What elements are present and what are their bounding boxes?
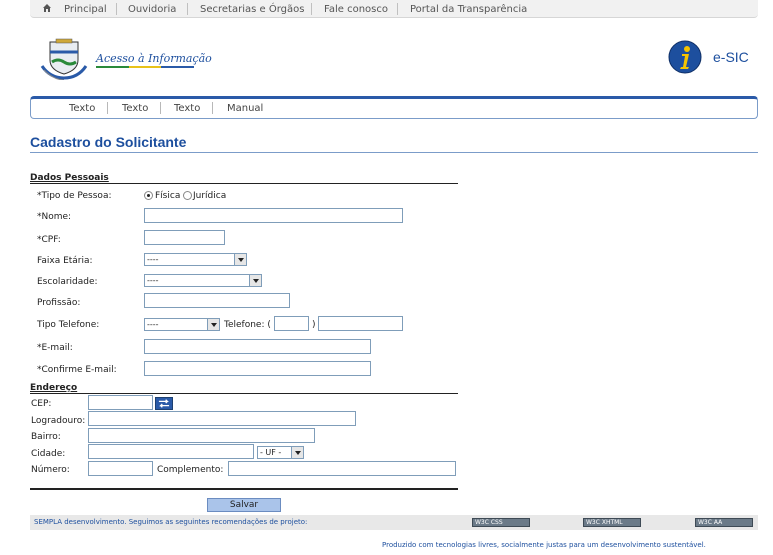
top-menu-secretarias[interactable]: Secretarias e Órgãos: [200, 4, 304, 15]
coat-of-arms-logo[interactable]: [40, 38, 88, 80]
complemento-label: Complemento:: [157, 465, 224, 475]
title-divider: [30, 152, 758, 153]
page-title: Cadastro do Solicitante: [30, 134, 187, 150]
cpf-label: *CPF:: [37, 235, 61, 245]
info-icon[interactable]: [667, 39, 703, 75]
w3c-xhtml-badge[interactable]: W3C XHTML: [583, 518, 641, 527]
section-divider: [30, 183, 458, 184]
top-menu-portal-transparencia[interactable]: Portal da Transparência: [410, 4, 527, 15]
w3c-css-badge[interactable]: W3C CSS: [472, 518, 530, 527]
cep-label: CEP:: [31, 399, 52, 409]
divider: [160, 102, 161, 114]
numero-label: Número:: [31, 465, 70, 475]
sub-menu-bar: Texto Texto Texto Manual: [30, 96, 758, 119]
confirme-email-input[interactable]: [144, 361, 371, 376]
faixa-etaria-label: Faixa Etária:: [37, 256, 93, 266]
top-menu-bar: Principal Ouvidoria Secretarias e Órgãos…: [30, 0, 758, 18]
cidade-label: Cidade:: [31, 449, 66, 459]
escolaridade-value: ----: [147, 276, 159, 285]
tipo-telefone-label: Tipo Telefone:: [37, 320, 100, 330]
form-end-divider: [30, 488, 458, 490]
radio-juridica-label[interactable]: Jurídica: [193, 191, 226, 201]
chevron-down-icon[interactable]: [234, 254, 246, 265]
profissao-label: Profissão:: [37, 298, 81, 308]
top-menu-fale-conosco[interactable]: Fale conosco: [324, 4, 388, 15]
swap-arrows-icon[interactable]: [155, 397, 173, 410]
email-input[interactable]: [144, 339, 371, 354]
sub-menu-manual[interactable]: Manual: [227, 103, 263, 114]
nome-label: *Nome:: [37, 212, 72, 222]
cep-input[interactable]: [88, 395, 153, 410]
telefone-close-paren: ): [312, 320, 316, 330]
confirme-email-label: *Confirme E-mail:: [37, 365, 117, 375]
faixa-etaria-select[interactable]: ----: [144, 253, 247, 266]
section-heading-dados-pessoais: Dados Pessoais: [30, 173, 109, 183]
sub-menu-item[interactable]: Texto: [122, 103, 148, 114]
telefone-number-input[interactable]: [318, 316, 403, 331]
tipo-pessoa-label: *Tipo de Pessoa:: [37, 191, 112, 201]
acesso-informacao-logo-text[interactable]: Acesso à Informação: [96, 52, 212, 65]
radio-juridica[interactable]: [183, 191, 192, 200]
profissao-input[interactable]: [144, 293, 290, 308]
bairro-input[interactable]: [88, 428, 315, 443]
home-icon[interactable]: [42, 3, 52, 13]
divider: [397, 3, 398, 15]
nome-input[interactable]: [144, 208, 403, 223]
logradouro-label: Logradouro:: [31, 416, 86, 426]
email-label: *E-mail:: [37, 343, 73, 353]
divider: [311, 3, 312, 15]
chevron-down-icon[interactable]: [207, 319, 219, 330]
telefone-ddd-input[interactable]: [274, 316, 309, 331]
cpf-input[interactable]: [144, 230, 225, 245]
footer-credits-text: SEMPLA desenvolvimento. Seguimos as segu…: [34, 518, 308, 526]
chevron-down-icon[interactable]: [291, 447, 303, 458]
sub-menu-item[interactable]: Texto: [174, 103, 200, 114]
tipo-telefone-value: ----: [147, 320, 159, 329]
divider: [107, 102, 108, 114]
logradouro-input[interactable]: [88, 411, 356, 426]
uf-select[interactable]: - UF -: [257, 446, 304, 459]
top-menu-principal[interactable]: Principal: [64, 4, 107, 15]
complemento-input[interactable]: [228, 461, 456, 476]
faixa-etaria-value: ----: [147, 255, 159, 264]
footer-tagline: Produzido com tecnologias livres, social…: [382, 541, 706, 549]
tipo-telefone-select[interactable]: ----: [144, 318, 220, 331]
escolaridade-label: Escolaridade:: [37, 277, 98, 287]
sub-menu-item[interactable]: Texto: [69, 103, 95, 114]
divider: [212, 102, 213, 114]
save-button[interactable]: Salvar: [207, 498, 281, 512]
esic-label: e-SIC: [713, 49, 749, 65]
acesso-logo-underline: [96, 66, 194, 68]
telefone-label: Telefone: (: [224, 320, 271, 330]
w3c-aa-badge[interactable]: W3C AA: [695, 518, 753, 527]
numero-input[interactable]: [88, 461, 153, 476]
escolaridade-select[interactable]: ----: [144, 274, 262, 287]
radio-fisica[interactable]: [144, 191, 153, 200]
section-divider: [30, 393, 458, 394]
cidade-input[interactable]: [88, 444, 254, 459]
top-menu-ouvidoria[interactable]: Ouvidoria: [128, 4, 176, 15]
chevron-down-icon[interactable]: [249, 275, 261, 286]
divider: [187, 3, 188, 15]
section-heading-endereco: Endereço: [30, 383, 78, 393]
divider: [116, 3, 117, 15]
uf-value: - UF -: [260, 448, 282, 457]
bairro-label: Bairro:: [31, 432, 61, 442]
radio-fisica-label[interactable]: Física: [155, 191, 180, 201]
